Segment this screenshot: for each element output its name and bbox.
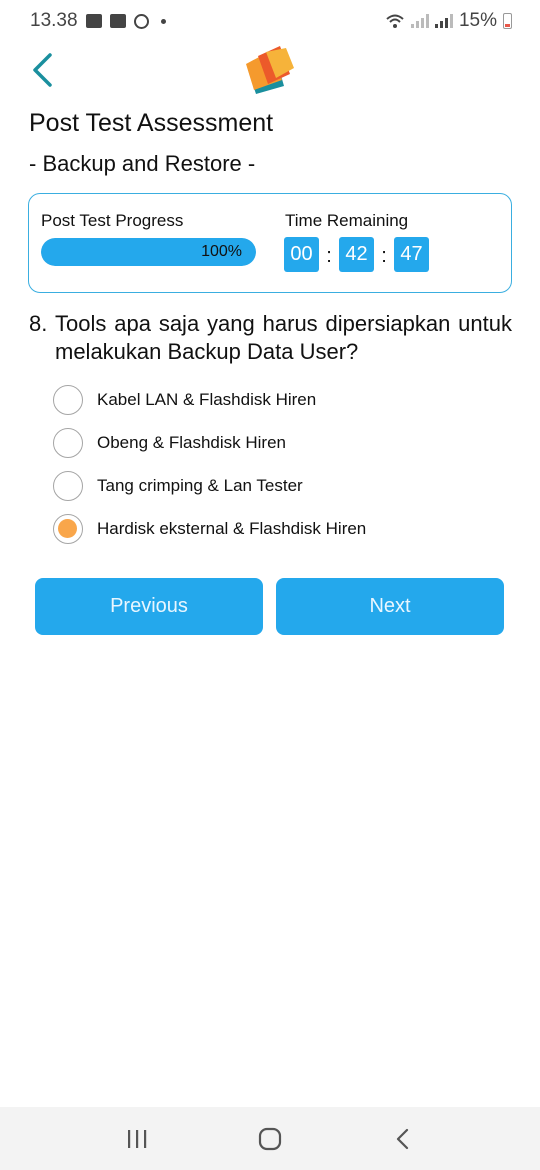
back-button[interactable] <box>22 50 62 90</box>
question: 8. Tools apa saja yang harus dipersiapka… <box>29 310 512 366</box>
books-logo <box>246 46 294 94</box>
answer-option[interactable]: Kabel LAN & Flashdisk Hiren <box>53 378 366 421</box>
option-label: Hardisk eksternal & Flashdisk Hiren <box>97 518 367 538</box>
signal-icon <box>410 14 429 28</box>
battery-percent: 15% <box>458 10 497 31</box>
timer-seconds: 47 <box>394 237 429 272</box>
answer-option[interactable]: Tang crimping & Lan Tester <box>53 464 366 507</box>
radio-button[interactable] <box>53 470 83 501</box>
timer-hours: 00 <box>284 237 319 272</box>
option-label: Kabel LAN & Flashdisk Hiren <box>97 389 317 409</box>
answer-options: Kabel LAN & Flashdisk Hiren Obeng & Flas… <box>53 378 366 550</box>
page-subtitle: - Backup and Restore - <box>29 151 256 176</box>
sync-icon <box>133 13 149 29</box>
signal-icon <box>434 14 453 28</box>
radio-button[interactable] <box>53 427 83 458</box>
back-icon <box>397 1128 409 1149</box>
radio-button[interactable] <box>53 384 83 415</box>
progress-card: Post Test Progress Time Remaining 100% 0… <box>28 193 512 293</box>
status-right: 15% <box>385 10 512 32</box>
chevron-left-icon <box>33 53 52 87</box>
wifi-icon <box>386 14 404 28</box>
recent-apps-button[interactable] <box>117 1119 157 1159</box>
dot-icon <box>160 18 166 24</box>
option-label: Obeng & Flashdisk Hiren <box>97 432 286 452</box>
answer-option[interactable]: Hardisk eksternal & Flashdisk Hiren <box>53 507 366 550</box>
option-label: Tang crimping & Lan Tester <box>97 475 303 495</box>
youtube-icon <box>109 14 126 28</box>
radio-button[interactable] <box>53 513 83 544</box>
status-bar: 13.38 15% <box>0 0 540 42</box>
battery-icon <box>503 13 512 29</box>
system-back-button[interactable] <box>383 1119 423 1159</box>
home-icon <box>258 1127 282 1150</box>
timer-separator: : <box>326 245 332 267</box>
question-number: 8. <box>29 311 48 336</box>
next-button[interactable]: Next <box>276 578 504 635</box>
answer-option[interactable]: Obeng & Flashdisk Hiren <box>53 421 366 464</box>
countdown-timer: 00 : 42 : 47 <box>284 237 429 272</box>
system-nav-bar <box>0 1107 540 1170</box>
time-remaining-label: Time Remaining <box>285 211 409 230</box>
question-text: Tools apa saja yang harus dipersiapkan u… <box>55 311 512 364</box>
timer-separator: : <box>381 245 387 267</box>
recent-apps-icon <box>127 1129 146 1148</box>
previous-button[interactable]: Previous <box>35 578 263 635</box>
status-left: 13.38 <box>30 10 166 32</box>
progress-bar: 100% <box>41 238 256 266</box>
progress-percent: 100% <box>201 243 242 260</box>
timer-minutes: 42 <box>339 237 374 272</box>
home-button[interactable] <box>250 1119 290 1159</box>
gallery-icon <box>85 14 102 28</box>
page-title: Post Test Assessment <box>29 109 274 137</box>
clock: 13.38 <box>30 10 78 31</box>
progress-label: Post Test Progress <box>41 211 184 230</box>
